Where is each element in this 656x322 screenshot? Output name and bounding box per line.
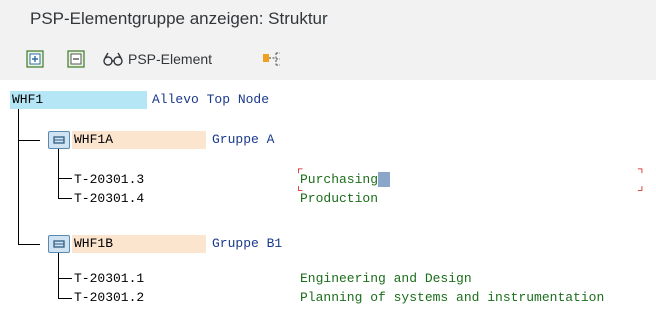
child-connector bbox=[58, 198, 72, 199]
tree-node-root-description: Allevo Top Node bbox=[152, 92, 270, 107]
tree-node-element-description: Engineering and Design bbox=[300, 271, 472, 286]
expand-subtree-icon bbox=[26, 50, 44, 68]
tree-node-element-description: Planning of systems and instrumentation bbox=[300, 290, 605, 305]
tree-node-root[interactable]: WHF1 bbox=[10, 91, 147, 109]
child-connector bbox=[58, 278, 72, 279]
tree-node-element[interactable]: T-20301.1 bbox=[72, 270, 290, 288]
tree-node-group[interactable]: WHF1B bbox=[72, 235, 206, 253]
folder-icon bbox=[48, 235, 70, 253]
tree-node-element[interactable]: T-20301.2 bbox=[72, 289, 290, 307]
child-connector bbox=[58, 178, 72, 179]
tree-node-element-description[interactable]: Purchasing bbox=[300, 171, 391, 189]
group-a-connector bbox=[18, 140, 40, 141]
psp-element-button[interactable]: PSP-Element bbox=[102, 48, 212, 70]
toolbar bbox=[0, 38, 656, 80]
hierarchy-icon bbox=[263, 52, 280, 66]
psp-element-label: PSP-Element bbox=[128, 51, 213, 67]
group-b-connector bbox=[18, 244, 40, 245]
selection-bracket-right: ⌟ bbox=[636, 179, 645, 195]
expand-subtree-button[interactable] bbox=[26, 48, 44, 70]
glasses-icon bbox=[103, 52, 123, 66]
tree-node-element[interactable]: T-20301.3 bbox=[72, 171, 290, 189]
root-connector bbox=[18, 108, 19, 245]
text-cursor bbox=[378, 172, 391, 188]
tree-node-element[interactable]: T-20301.4 bbox=[72, 190, 290, 208]
group-a-children-connector bbox=[58, 148, 59, 199]
tree-node-group-description: Gruppe B1 bbox=[212, 236, 283, 251]
folder-icon bbox=[48, 131, 70, 149]
child-connector bbox=[58, 298, 72, 299]
hierarchy-button[interactable] bbox=[262, 48, 284, 70]
page-title: PSP-Elementgruppe anzeigen: Struktur bbox=[30, 9, 328, 28]
tree-node-element-description: Production bbox=[300, 191, 379, 206]
element-description-text: Purchasing bbox=[300, 172, 379, 187]
collapse-subtree-icon bbox=[67, 50, 85, 68]
tree-node-group[interactable]: WHF1A bbox=[72, 131, 206, 149]
collapse-subtree-button[interactable] bbox=[67, 48, 85, 70]
tree-node-group-description: Gruppe A bbox=[212, 132, 275, 147]
group-b-children-connector bbox=[58, 252, 59, 299]
title-bar: PSP-Elementgruppe anzeigen: Struktur bbox=[0, 0, 656, 38]
